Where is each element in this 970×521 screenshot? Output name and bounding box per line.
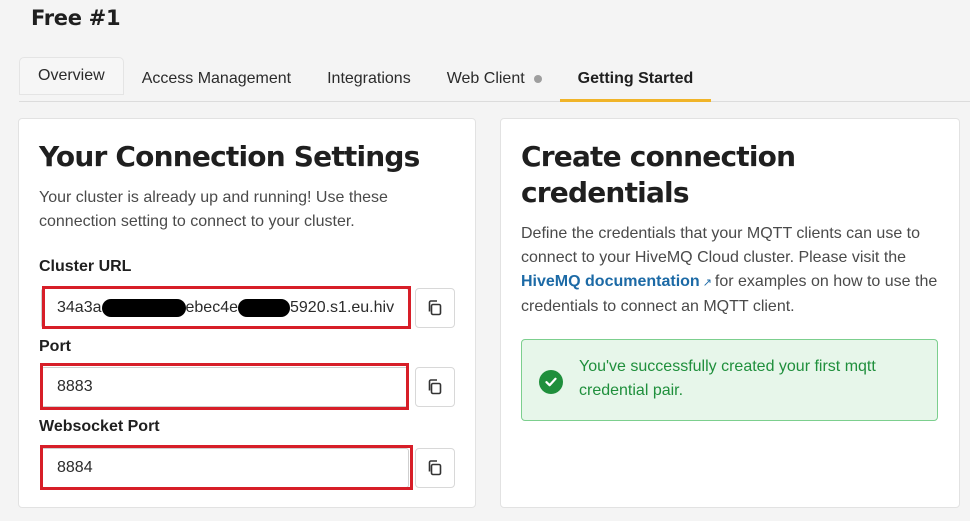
redaction-mark (238, 299, 290, 317)
cluster-url-field[interactable]: 34a3a ebec4e 5920.s1.eu.hiv (41, 288, 409, 328)
connection-settings-title: Your Connection Settings (39, 140, 420, 173)
copy-websocket-port-button[interactable] (415, 448, 455, 488)
credentials-title: Create connection credentials (521, 140, 796, 209)
copy-icon (428, 379, 442, 395)
websocket-port-value: 8884 (57, 459, 93, 476)
websocket-port-field[interactable]: 8884 (41, 448, 409, 488)
status-dot-icon (533, 74, 542, 83)
tab-access-management[interactable]: Access Management (124, 56, 309, 101)
cluster-url-part1: 34a3a (57, 299, 102, 316)
websocket-port-label: Websocket Port (39, 418, 160, 435)
tab-getting-started-label: Getting Started (577, 69, 694, 87)
tab-integrations-label: Integrations (327, 69, 411, 87)
external-link-icon: ↗ (702, 277, 712, 289)
tab-web-client-label: Web Client (446, 69, 525, 87)
tab-overview-label: Overview (38, 67, 105, 84)
check-circle-icon (539, 370, 563, 394)
success-message: You've successfully created your first m… (579, 358, 876, 399)
redaction-mark (101, 299, 186, 317)
cluster-url-part3: 5920.s1.eu.hiv (290, 299, 395, 316)
tab-access-management-label: Access Management (141, 69, 292, 87)
credentials-description: Define the credentials that your MQTT cl… (521, 222, 951, 319)
copy-port-button[interactable] (415, 367, 455, 407)
port-field[interactable]: 8883 (41, 367, 409, 407)
port-label: Port (39, 338, 71, 355)
tab-getting-started[interactable]: Getting Started (559, 56, 712, 102)
hivemq-documentation-link[interactable]: HiveMQ documentation (521, 273, 700, 290)
copy-icon (428, 300, 442, 316)
copy-icon (428, 460, 442, 476)
connection-settings-card: Your Connection Settings Your cluster is… (18, 118, 476, 508)
tab-web-client[interactable]: Web Client (429, 56, 560, 101)
credentials-card: Create connection credentials Define the… (500, 118, 960, 508)
tab-overview[interactable]: Overview (19, 57, 124, 95)
port-value: 8883 (57, 378, 93, 395)
tab-bar: Overview Access Management Integrations … (19, 56, 970, 102)
page-title: Free #1 (31, 6, 121, 30)
cluster-url-label: Cluster URL (39, 258, 132, 275)
tab-integrations[interactable]: Integrations (309, 56, 429, 101)
success-alert: You've successfully created your first m… (521, 339, 938, 421)
credentials-description-start: Define the credentials that your MQTT cl… (521, 225, 921, 266)
cluster-url-part2: ebec4e (185, 299, 239, 316)
copy-cluster-url-button[interactable] (415, 288, 455, 328)
connection-settings-description: Your cluster is already up and running! … (39, 189, 388, 230)
